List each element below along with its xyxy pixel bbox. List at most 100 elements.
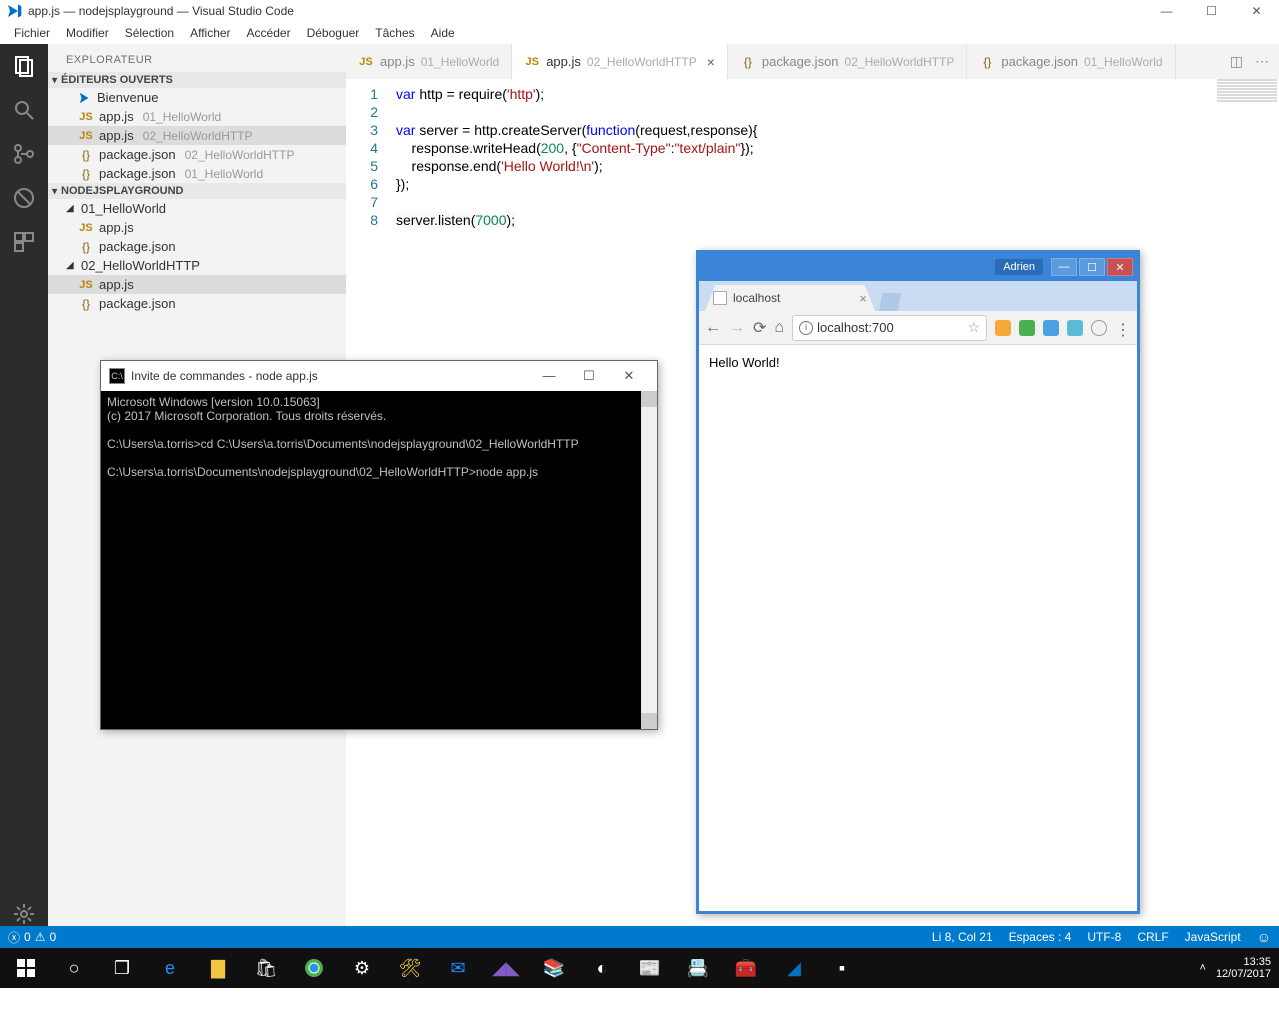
chrome-user-badge[interactable]: Adrien	[995, 259, 1043, 275]
extension-icon[interactable]	[1067, 320, 1083, 336]
store-icon[interactable]: 🛍	[242, 948, 290, 988]
search-icon[interactable]	[12, 98, 36, 122]
app-icon[interactable]: 📚	[530, 948, 578, 988]
eclipse-icon[interactable]: ◐	[578, 948, 626, 988]
file-appjs-01[interactable]: JS app.js	[48, 218, 346, 237]
tab-appjs-01[interactable]: JS app.js 01_HelloWorld	[346, 44, 512, 79]
menu-modifier[interactable]: Modifier	[58, 24, 117, 42]
chrome-window[interactable]: Adrien — ☐ ✕ localhost × ← → ⟳ ⌂ i local…	[696, 250, 1140, 914]
minimize-button[interactable]: —	[1144, 0, 1189, 22]
debug-icon[interactable]	[12, 186, 36, 210]
file-package-02[interactable]: {} package.json	[48, 294, 346, 313]
menu-acceder[interactable]: Accéder	[239, 24, 299, 42]
back-button[interactable]: ←	[705, 319, 721, 337]
menu-selection[interactable]: Sélection	[117, 24, 182, 42]
gear-icon[interactable]	[12, 902, 36, 926]
close-icon[interactable]: ×	[707, 54, 715, 70]
open-editor-package-02[interactable]: {} package.json 02_HelloWorldHTTP	[48, 145, 346, 164]
taskview-button[interactable]: ❐	[98, 948, 146, 988]
app-icon[interactable]: 📰	[626, 948, 674, 988]
js-icon: JS	[78, 279, 94, 291]
extension-icon[interactable]	[995, 320, 1011, 336]
app-icon[interactable]: 🛠	[386, 948, 434, 988]
start-button[interactable]	[2, 948, 50, 988]
open-editor-appjs-01[interactable]: JS app.js 01_HelloWorld	[48, 107, 346, 126]
menu-deboguer[interactable]: Déboguer	[299, 24, 368, 42]
open-editor-bienvenue[interactable]: Bienvenue	[48, 88, 346, 107]
cursor-position[interactable]: Li 8, Col 21	[932, 930, 993, 944]
clock[interactable]: 13:35 12/07/2017	[1216, 956, 1271, 980]
extension-icon[interactable]	[1091, 320, 1107, 336]
cortana-button[interactable]: ○	[50, 948, 98, 988]
omnibox[interactable]: i localhost:700 ☆	[792, 315, 987, 341]
home-button[interactable]: ⌂	[774, 319, 784, 337]
chrome-tab-localhost[interactable]: localhost ×	[705, 285, 875, 311]
new-tab-button[interactable]	[879, 293, 901, 311]
split-editor-icon[interactable]: ◫	[1230, 53, 1243, 70]
maximize-button[interactable]: ☐	[1079, 258, 1105, 276]
feedback-icon[interactable]: ☺	[1257, 929, 1271, 945]
site-info-icon[interactable]: i	[799, 321, 813, 335]
file-package-01[interactable]: {} package.json	[48, 237, 346, 256]
cmd-window[interactable]: C:\ Invite de commandes - node app.js — …	[100, 360, 658, 730]
extension-icon[interactable]	[1019, 320, 1035, 336]
maximize-button[interactable]: ☐	[569, 368, 609, 384]
outlook-icon[interactable]: ✉	[434, 948, 482, 988]
minimap[interactable]	[1217, 79, 1277, 119]
folder-01-helloworld[interactable]: ◢ 01_HelloWorld	[48, 199, 346, 218]
maximize-button[interactable]: ☐	[1189, 0, 1234, 22]
menu-taches[interactable]: Tâches	[367, 24, 422, 42]
minimize-button[interactable]: —	[1051, 258, 1077, 276]
extensions-icon[interactable]	[12, 230, 36, 254]
language-mode[interactable]: JavaScript	[1185, 930, 1241, 944]
cmd-titlebar[interactable]: C:\ Invite de commandes - node app.js — …	[101, 361, 657, 391]
reload-button[interactable]: ⟳	[753, 318, 766, 338]
vscode-taskbar-icon[interactable]: ◢	[770, 948, 818, 988]
forward-button[interactable]: →	[729, 319, 745, 337]
tab-appjs-02[interactable]: JS app.js 02_HelloWorldHTTP ×	[512, 44, 728, 79]
close-button[interactable]: ✕	[1234, 0, 1279, 22]
open-editors-section[interactable]: ÉDITEURS OUVERTS	[48, 72, 346, 88]
file-appjs-02[interactable]: JS app.js	[48, 275, 346, 294]
visualstudio-icon[interactable]: ◢◣	[482, 948, 530, 988]
tab-package-01[interactable]: {} package.json 01_HelloWorld	[967, 44, 1175, 79]
chrome-page-body: Hello World!	[699, 345, 1137, 381]
warnings-icon[interactable]: ⚠	[35, 930, 46, 944]
minimize-button[interactable]: —	[529, 368, 569, 384]
app-icon[interactable]: 🧰	[722, 948, 770, 988]
chrome-icon[interactable]	[290, 948, 338, 988]
explorer-icon[interactable]: ▇	[194, 948, 242, 988]
git-icon[interactable]	[12, 142, 36, 166]
project-section[interactable]: NODEJSPLAYGROUND	[48, 183, 346, 199]
app-icon[interactable]: 📇	[674, 948, 722, 988]
scrollbar[interactable]	[641, 391, 657, 729]
open-editor-appjs-02[interactable]: JS app.js 02_HelloWorldHTTP	[48, 126, 346, 145]
settings-icon[interactable]: ⚙	[338, 948, 386, 988]
extension-icon[interactable]	[1043, 320, 1059, 336]
cmd-taskbar-icon[interactable]: ▪	[818, 948, 866, 988]
close-icon[interactable]: ×	[859, 291, 867, 306]
sidebar-title: EXPLORATEUR	[48, 44, 346, 72]
indent-info[interactable]: Espaces : 4	[1009, 930, 1072, 944]
menu-fichier[interactable]: Fichier	[6, 24, 58, 42]
bookmark-icon[interactable]: ☆	[967, 319, 980, 336]
errors-icon[interactable]: ⓧ	[8, 929, 20, 946]
explorer-icon[interactable]	[12, 54, 36, 78]
cmd-output[interactable]: Microsoft Windows [version 10.0.15063] (…	[101, 391, 657, 729]
tray-up-icon[interactable]: ˄	[1200, 962, 1206, 974]
chrome-menu-icon[interactable]: ⋮	[1115, 320, 1131, 336]
folder-02-helloworldhttp[interactable]: ◢ 02_HelloWorldHTTP	[48, 256, 346, 275]
eol[interactable]: CRLF	[1137, 930, 1168, 944]
url-text: localhost:700	[817, 320, 894, 335]
menu-afficher[interactable]: Afficher	[182, 24, 238, 42]
close-button[interactable]: ✕	[609, 368, 649, 384]
encoding[interactable]: UTF-8	[1087, 930, 1121, 944]
menu-aide[interactable]: Aide	[423, 24, 463, 42]
edge-icon[interactable]: e	[146, 948, 194, 988]
tab-package-02[interactable]: {} package.json 02_HelloWorldHTTP	[728, 44, 967, 79]
close-button[interactable]: ✕	[1107, 258, 1133, 276]
more-icon[interactable]: ⋯	[1255, 53, 1269, 70]
chrome-titlebar[interactable]: Adrien — ☐ ✕	[699, 253, 1137, 281]
open-editor-package-01[interactable]: {} package.json 01_HelloWorld	[48, 164, 346, 183]
json-icon: {}	[78, 297, 94, 311]
